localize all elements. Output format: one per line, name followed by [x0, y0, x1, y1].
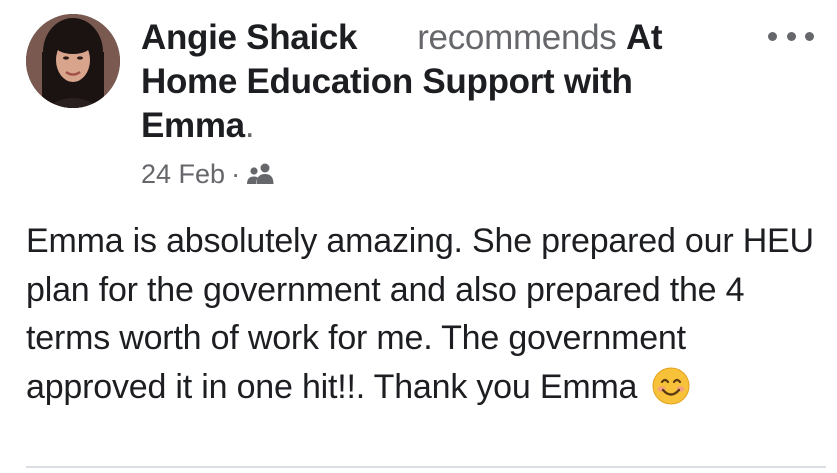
more-dot: [786, 31, 796, 41]
header-period: .: [244, 106, 255, 145]
author-name-link[interactable]: Angie Shaick: [141, 18, 358, 57]
meta-separator: ·: [231, 158, 241, 189]
friends-icon[interactable]: [246, 162, 276, 186]
post-meta: 24 Feb ·: [141, 156, 276, 192]
divider: [26, 466, 826, 468]
more-dot: [768, 31, 777, 41]
smiling-face-icon: [651, 366, 691, 420]
avatar-image: [26, 14, 120, 108]
post-header: Angie Shaick recommends At Home Education…: [141, 16, 741, 148]
author-avatar[interactable]: [26, 14, 120, 108]
post-body-text: Emma is absolutely amazing. She prepared…: [26, 222, 814, 406]
more-dot: [805, 31, 814, 41]
recommendation-post: Angie Shaick recommends At Home Education…: [0, 0, 837, 473]
more-options-icon[interactable]: [768, 24, 814, 48]
post-date-link[interactable]: 24 Feb: [141, 159, 225, 190]
post-body: Emma is absolutely amazing. She prepared…: [26, 217, 826, 419]
action-verb: recommends: [417, 18, 617, 57]
